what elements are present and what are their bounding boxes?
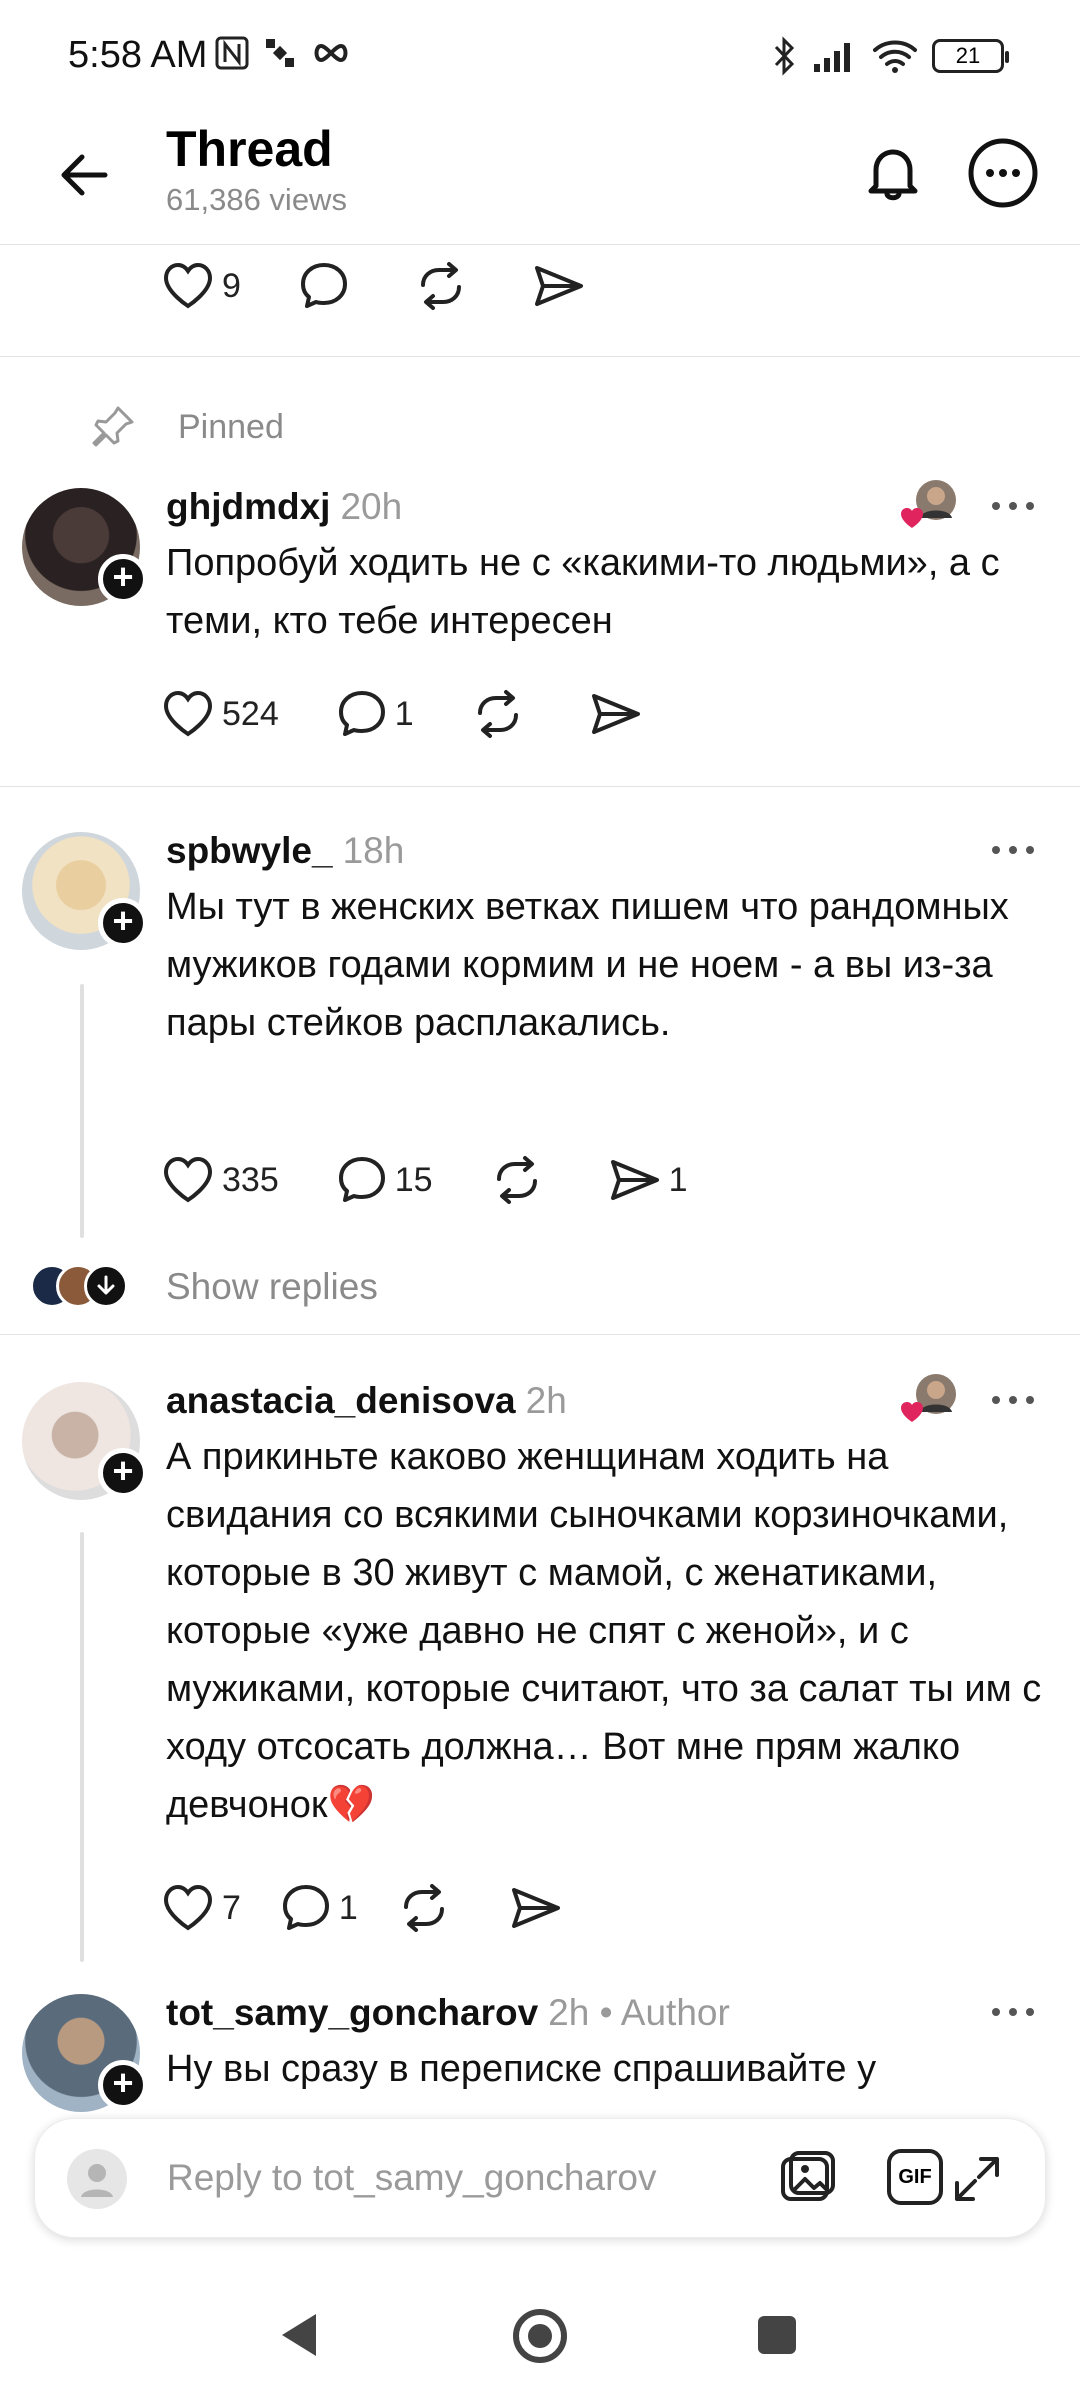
like-count: 335 (222, 1160, 279, 1199)
author-liked-avatar-icon (901, 480, 956, 528)
signal-icon (814, 43, 850, 72)
heart-icon (163, 1156, 213, 1203)
repost-button[interactable] (472, 689, 532, 739)
follow-plus-icon[interactable]: + (98, 898, 148, 948)
thread-header: Thread 61,386 views (0, 120, 1080, 245)
repost-icon (477, 690, 518, 738)
divider (0, 786, 1080, 787)
wifi-icon (873, 40, 917, 73)
like-count: 7 (222, 1888, 241, 1927)
post-actions: 524 1 (162, 684, 708, 744)
nav-home-icon[interactable] (510, 2306, 570, 2366)
follow-plus-icon[interactable]: + (98, 2060, 148, 2110)
share-button[interactable] (533, 262, 593, 310)
post-text: А прикиньте каково женщинам ходить на св… (166, 1436, 1042, 1826)
show-replies-button[interactable]: Show replies (0, 1254, 1080, 1324)
satellite-icon (266, 39, 294, 67)
heart-icon (163, 1884, 213, 1931)
nav-back-icon[interactable] (276, 2310, 322, 2360)
pinned-label: Pinned (90, 404, 284, 450)
comment-button[interactable]: 1 (281, 1883, 358, 1933)
post-options-icon[interactable] (990, 840, 1036, 860)
author-liked-avatar-icon (901, 1374, 956, 1422)
status-time: 5:58 AM (68, 34, 208, 76)
reply-composer[interactable]: Reply to tot_samy_goncharov GIF (34, 2118, 1046, 2238)
status-bar: 5:58 AM 21 (0, 0, 1080, 120)
comment-icon (338, 1157, 385, 1202)
share-button[interactable]: 1 (609, 1156, 688, 1204)
post-text: Мы тут в женских ветках пишем что рандом… (166, 886, 1009, 1044)
comment-count: 15 (394, 1160, 433, 1199)
infinity-icon (314, 43, 348, 63)
post-text: Попробуй ходить не с «какими-то людьми»,… (166, 542, 1000, 642)
post-options-icon[interactable] (990, 2002, 1036, 2022)
comment-count: 1 (338, 1888, 358, 1927)
divider (0, 356, 1080, 357)
system-nav-bar (0, 2250, 1080, 2400)
share-count: 1 (668, 1160, 688, 1199)
divider (0, 1334, 1080, 1335)
share-button[interactable] (510, 1884, 570, 1932)
battery-indicator: 21 (932, 39, 1009, 73)
follow-plus-icon[interactable]: + (98, 1448, 148, 1498)
user-avatar-icon (67, 2149, 127, 2209)
more-options-icon[interactable] (966, 136, 1040, 210)
nav-recents-icon[interactable] (754, 2312, 800, 2358)
comment-button[interactable]: 15 (337, 1155, 433, 1205)
page-title: Thread (166, 121, 333, 177)
like-button[interactable]: 524 (162, 690, 279, 738)
like-count: 9 (222, 266, 241, 305)
bell-icon[interactable] (858, 138, 928, 208)
post-options-icon[interactable] (990, 1390, 1036, 1410)
comment-icon (282, 1885, 329, 1930)
post-text: Ну вы сразу в переписке спрашивайте у (166, 2048, 877, 2090)
back-arrow-icon[interactable] (50, 140, 120, 210)
like-button[interactable]: 7 (162, 1884, 241, 1932)
status-right-icons: 21 (772, 36, 1009, 76)
comment-icon (338, 691, 385, 736)
repost-button[interactable] (415, 261, 475, 311)
comment-icon (300, 263, 347, 308)
post-actions: 7 1 (162, 1878, 628, 1938)
parent-post-actions: 9 (162, 256, 651, 316)
comment-count: 1 (394, 694, 414, 733)
arrow-down-icon (84, 1264, 128, 1308)
view-count: 61,386 views (166, 182, 347, 217)
post-username[interactable]: tot_samy_goncharov 2h • Author (166, 1992, 730, 2034)
gallery-icon[interactable] (775, 2147, 839, 2211)
share-button[interactable] (590, 690, 650, 738)
follow-plus-icon[interactable]: + (98, 554, 148, 604)
send-icon (511, 1888, 560, 1928)
repost-icon (496, 1156, 537, 1204)
bluetooth-icon (774, 36, 795, 76)
gif-button[interactable]: GIF (887, 2149, 943, 2205)
status-left-icons (215, 36, 351, 70)
post-username[interactable]: spbwyle_ 18h (166, 830, 404, 872)
nfc-icon (215, 36, 249, 70)
thread-line (80, 984, 84, 1238)
send-icon (534, 266, 583, 306)
post-username[interactable]: anastacia_denisova 2h (166, 1380, 567, 1422)
like-count: 524 (222, 694, 279, 733)
repost-button[interactable] (398, 1883, 458, 1933)
post-options-icon[interactable] (990, 496, 1036, 516)
send-icon (591, 694, 640, 734)
comment-button[interactable]: 1 (337, 689, 414, 739)
repost-icon (420, 262, 461, 310)
post-username[interactable]: ghjdmdxj 20h (166, 486, 402, 528)
repost-button[interactable] (491, 1155, 551, 1205)
heart-icon (163, 690, 213, 737)
repost-icon (403, 1884, 444, 1932)
send-icon (610, 1160, 659, 1200)
reply-input[interactable]: Reply to tot_samy_goncharov (167, 2157, 657, 2199)
expand-icon[interactable] (951, 2153, 1003, 2205)
post-actions: 335 15 1 (162, 1150, 745, 1210)
comment-button[interactable] (299, 261, 357, 311)
like-button[interactable]: 335 (162, 1156, 279, 1204)
pin-icon (92, 406, 134, 447)
like-button[interactable]: 9 (162, 262, 241, 310)
thread-line (80, 1532, 84, 1962)
heart-icon (163, 262, 213, 309)
